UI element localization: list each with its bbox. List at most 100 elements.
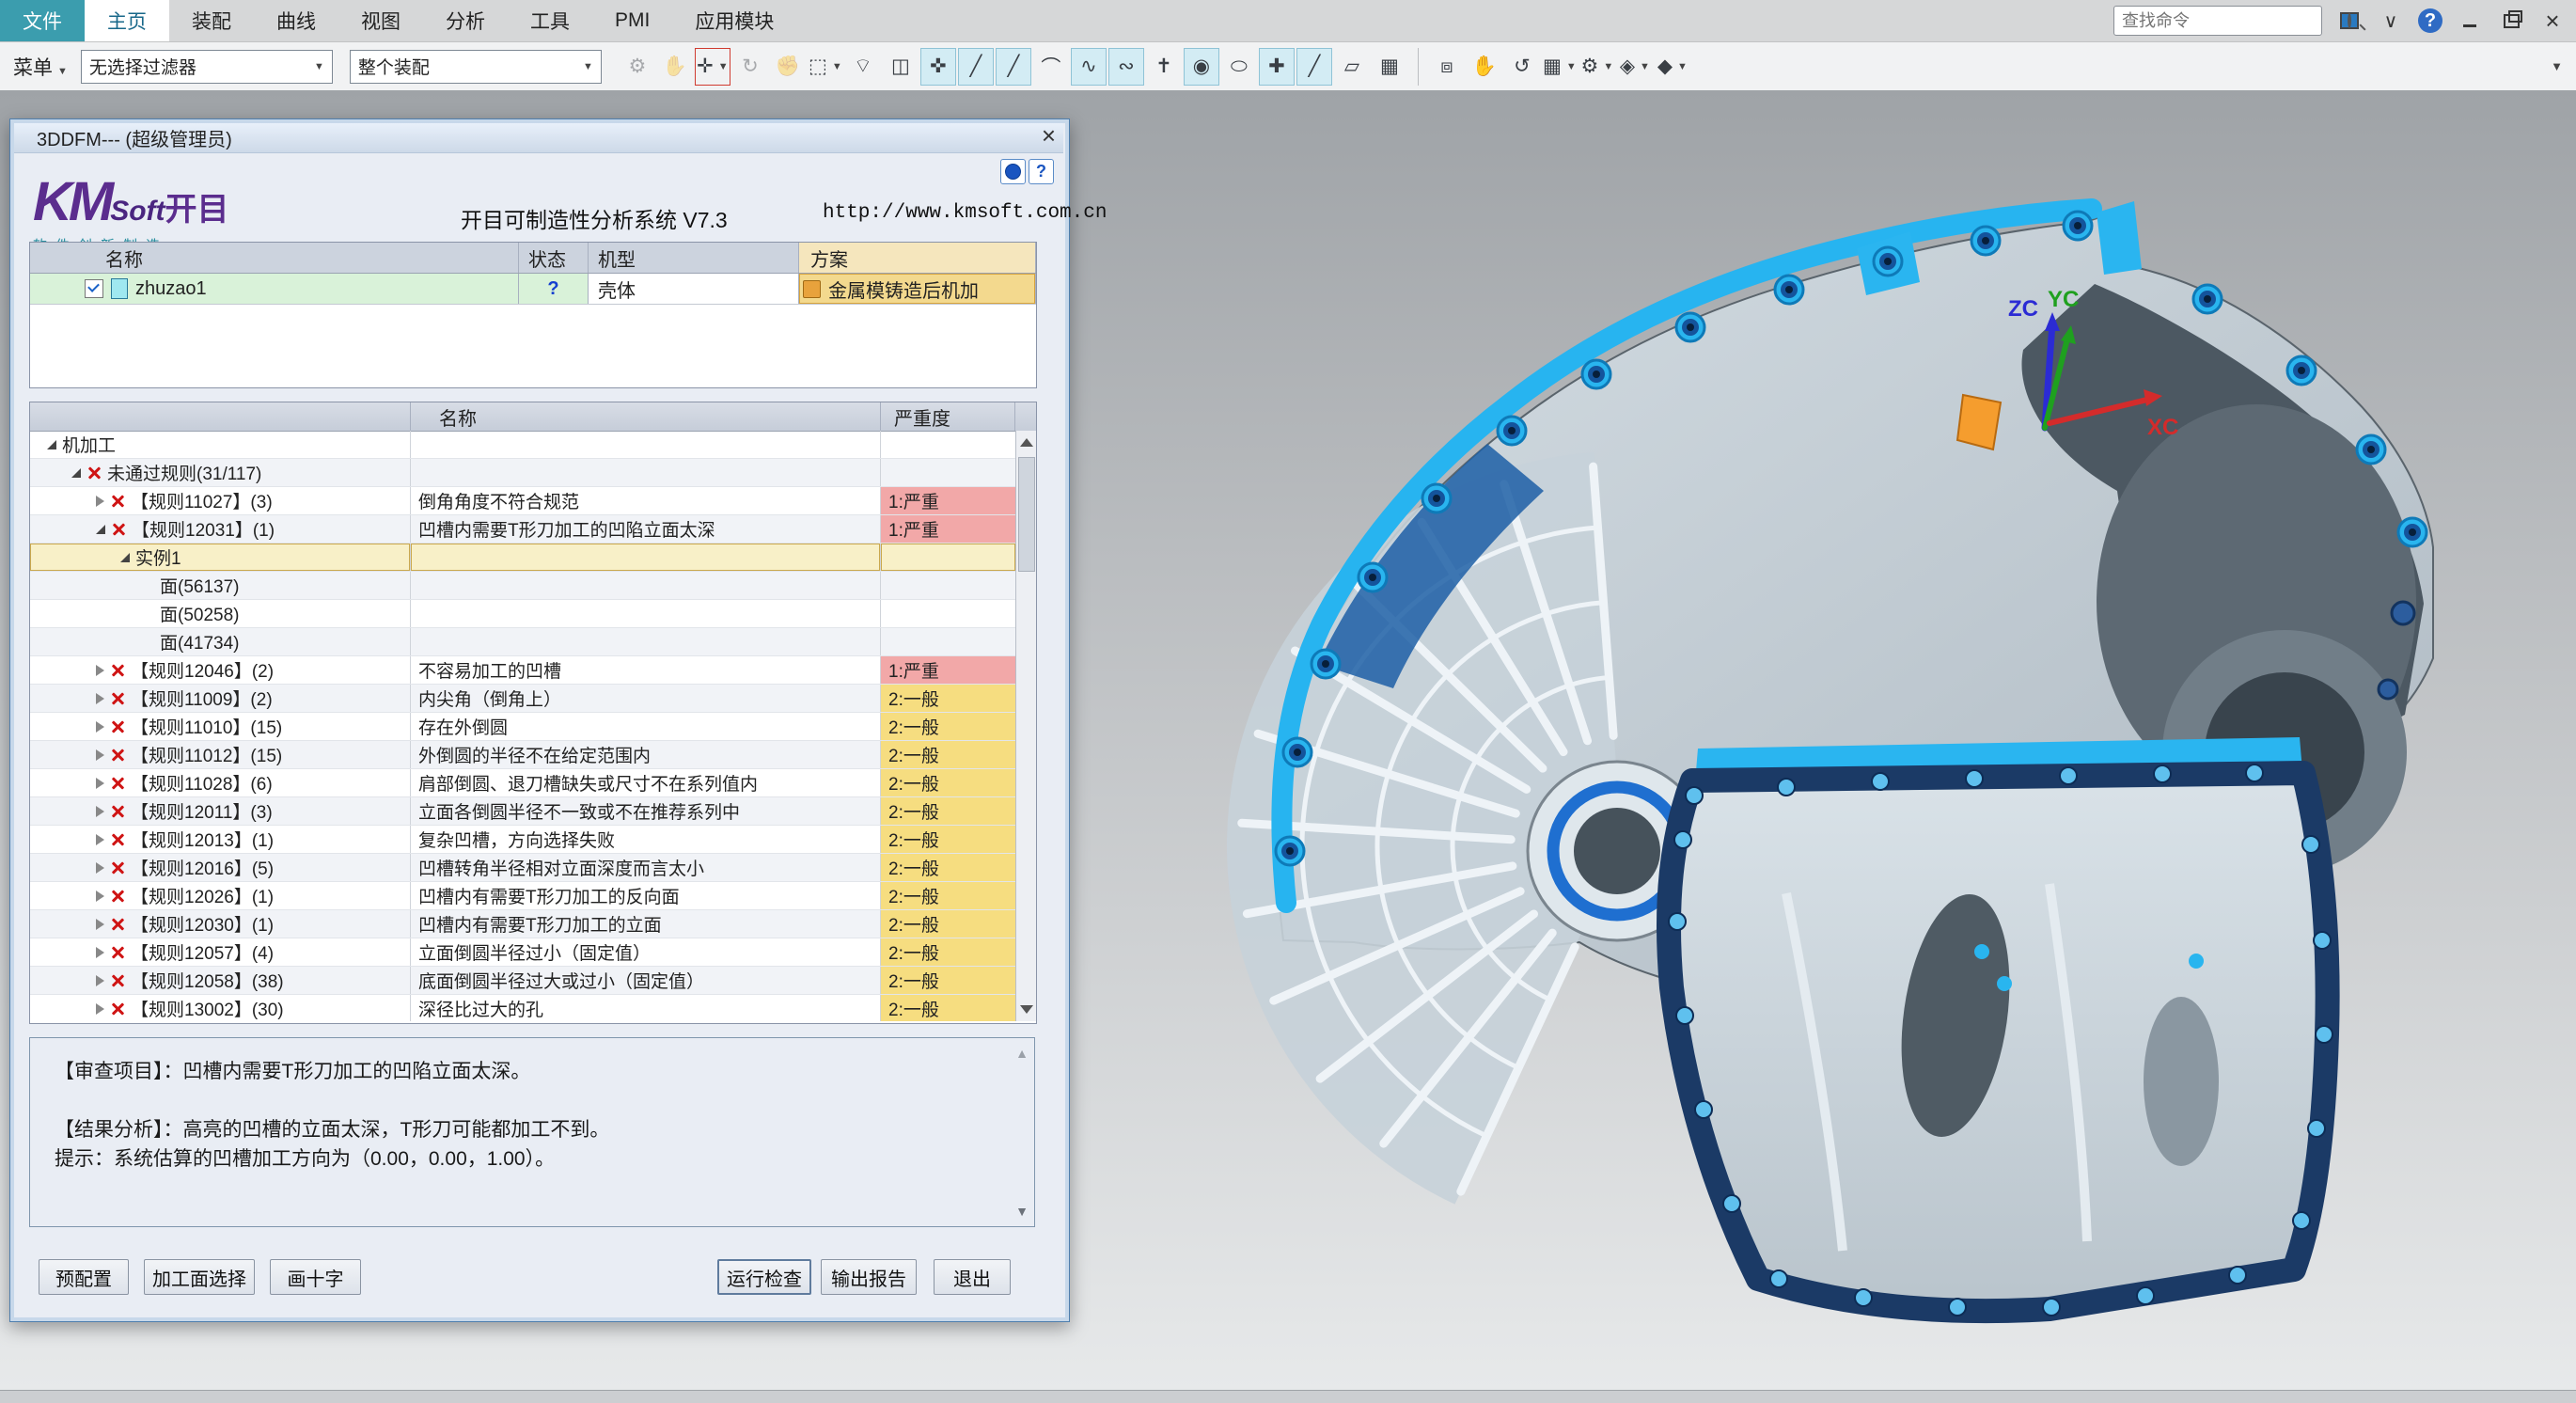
tree-row[interactable]: 【规则11027】(3)倒角角度不符合规范1:严重 — [30, 487, 1015, 515]
tree-row[interactable]: 【规则11010】(15)存在外倒圆2:一般 — [30, 713, 1015, 741]
window-capture-icon[interactable]: ⧈ — [1429, 48, 1465, 86]
selection-filter-combo[interactable]: 无选择过滤器▼ — [81, 50, 333, 84]
expand-icon[interactable] — [96, 862, 104, 874]
studio-spline-icon[interactable]: ∾ — [1108, 48, 1144, 86]
layout-grid-icon[interactable]: ▦▼ — [1542, 48, 1578, 86]
spline-icon[interactable]: ∿ — [1071, 48, 1107, 86]
search-input[interactable] — [2114, 11, 2348, 31]
help-icon[interactable]: ? — [2418, 8, 2442, 33]
tree-scrollbar[interactable] — [1015, 431, 1036, 1021]
hand-filter-icon[interactable]: ✋ — [657, 48, 693, 86]
slash-line-icon[interactable]: ╱ — [1296, 48, 1332, 86]
minimize-ribbon-icon[interactable]: ∨ — [2377, 8, 2405, 33]
tree-row[interactable]: 【规则12026】(1)凹槽内有需要T形刀加工的反向面2:一般 — [30, 882, 1015, 910]
scroll-down-icon[interactable] — [1020, 1005, 1033, 1014]
restore-icon[interactable] — [2497, 8, 2525, 33]
fillet-curve-icon[interactable]: ⌒ — [1033, 48, 1069, 86]
tree-row[interactable]: 机加工 — [30, 431, 1015, 459]
grid-table-icon[interactable]: ▦ — [1372, 48, 1407, 86]
collapse-icon[interactable] — [120, 553, 130, 562]
col-name[interactable]: 名称 — [30, 243, 519, 273]
scroll-thumb[interactable] — [1018, 457, 1035, 572]
diamond-icon[interactable]: ◆▼ — [1655, 48, 1690, 86]
expand-icon[interactable] — [96, 749, 104, 761]
collapse-icon[interactable] — [71, 468, 81, 478]
line-icon[interactable]: ╱ — [996, 48, 1031, 86]
model-3d[interactable]: ZC YC XC — [1072, 90, 2576, 1390]
part-plan[interactable]: 金属模铸造后机加 — [799, 274, 1036, 304]
preset-button[interactable]: 预配置 — [39, 1259, 129, 1295]
sheet-icon[interactable]: ▱ — [1334, 48, 1370, 86]
selection-scope-combo[interactable]: 整个装配▼ — [350, 50, 602, 84]
tree-row[interactable]: 【规则12013】(1)复杂凹槽，方向选择失败2:一般 — [30, 826, 1015, 854]
tab-3[interactable]: 视图 — [338, 0, 423, 41]
command-search[interactable] — [2113, 6, 2322, 36]
tree-row[interactable]: 实例1 — [30, 544, 1015, 572]
tab-5[interactable]: 工具 — [508, 0, 592, 41]
part-row[interactable]: zhuzao1 ? 壳体 金属模铸造后机加 — [30, 274, 1036, 305]
expand-icon[interactable] — [96, 806, 104, 817]
tree-row[interactable]: 【规则12030】(1)凹槽内有需要T形刀加工的立面2:一般 — [30, 910, 1015, 938]
tree-row[interactable]: 【规则11028】(6)肩部倒圆、退刀槽缺失或尺寸不在系列值内2:一般 — [30, 769, 1015, 797]
tree-row[interactable]: 【规则12057】(4)立面倒圆半径过小（固定值）2:一般 — [30, 938, 1015, 967]
tree-row[interactable]: 【规则12058】(38)底面倒圆半径过大或过小（固定值）2:一般 — [30, 967, 1015, 995]
tree-row[interactable]: 【规则11012】(15)外倒圆的半径不在给定范围内2:一般 — [30, 741, 1015, 769]
circle-icon[interactable]: ◉ — [1184, 48, 1219, 86]
tree-row[interactable]: 面(56137) — [30, 572, 1015, 600]
tree-row[interactable]: 面(41734) — [30, 628, 1015, 656]
col-machine-type[interactable]: 机型 — [589, 243, 799, 273]
drag-hand-icon[interactable]: ✊ — [770, 48, 806, 86]
exit-button[interactable]: 退出 — [934, 1259, 1011, 1295]
solid-box-icon[interactable]: ◈▼ — [1617, 48, 1653, 86]
minimize-icon[interactable] — [2456, 8, 2484, 33]
expand-icon[interactable] — [96, 919, 104, 930]
dialog-close-icon[interactable]: × — [1042, 121, 1056, 150]
face-select-button[interactable]: 加工面选择 — [144, 1259, 255, 1295]
expand-icon[interactable] — [96, 496, 104, 507]
expand-icon[interactable] — [96, 834, 104, 845]
scroll-up-icon[interactable] — [1020, 438, 1033, 447]
tree-row[interactable]: 【规则11009】(2)内尖角（倒角上）2:一般 — [30, 685, 1015, 713]
tree-row[interactable]: 面(50258) — [30, 600, 1015, 628]
expand-icon[interactable] — [96, 947, 104, 958]
tree-row[interactable]: 【规则12031】(1)凹槽内需要T形刀加工的凹陷立面太深1:严重 — [30, 515, 1015, 544]
expand-icon[interactable] — [96, 975, 104, 986]
collapse-icon[interactable] — [96, 525, 105, 534]
point-dialog-icon[interactable]: ✜ — [920, 48, 956, 86]
close-icon[interactable]: × — [2538, 8, 2567, 33]
tree-row[interactable]: 【规则12016】(5)凹槽转角半径相对立面深度而言太小2:一般 — [30, 854, 1015, 882]
tree-col-name[interactable]: 名称 — [411, 402, 881, 431]
snap-point-icon[interactable]: ✛▼ — [695, 48, 730, 86]
tree-row[interactable]: 【规则12011】(3)立面各倒圆半径不一致或不在推荐系列中2:一般 — [30, 797, 1015, 826]
expand-icon[interactable] — [96, 721, 104, 733]
draw-cross-button[interactable]: 画十字 — [270, 1259, 361, 1295]
collapse-icon[interactable] — [47, 440, 56, 449]
rotate-point-icon[interactable]: ↻ — [732, 48, 768, 86]
toolbar-overflow-icon[interactable]: ▼ — [2551, 59, 2563, 73]
export-report-button[interactable]: 输出报告 — [821, 1259, 917, 1295]
tab-4[interactable]: 分析 — [423, 0, 508, 41]
menu-button[interactable]: 菜单▼ — [0, 53, 81, 81]
tree-col-severity[interactable]: 严重度 — [881, 402, 1015, 431]
dialog-titlebar[interactable]: 3DDFM--- (超级管理员) — [14, 123, 1063, 153]
tree-row[interactable]: 【规则13002】(30)深径比过大的孔2:一般 — [30, 995, 1015, 1021]
expand-icon[interactable] — [96, 693, 104, 704]
pan-window-icon[interactable]: ✋ — [1467, 48, 1502, 86]
assembly-gear-icon[interactable]: ⚙▼ — [1579, 48, 1615, 86]
tree-row[interactable]: 【规则12046】(2)不容易加工的凹槽1:严重 — [30, 656, 1015, 685]
expand-icon[interactable] — [96, 665, 104, 676]
tab-2[interactable]: 曲线 — [254, 0, 338, 41]
tab-6[interactable]: PMI — [592, 0, 672, 41]
col-plan[interactable]: 方案 — [799, 243, 1036, 273]
box-3d-icon[interactable]: ◫ — [883, 48, 919, 86]
marquee-select-icon[interactable]: ⬚▼ — [808, 48, 843, 86]
cylinder-icon[interactable]: ⌔ — [845, 48, 881, 86]
tree-row[interactable]: 未通过规则(31/117) — [30, 459, 1015, 487]
tab-file[interactable]: 文件 — [0, 0, 85, 41]
detail-scroll-up-icon[interactable]: ▲ — [1015, 1046, 1029, 1061]
line-endpoint-icon[interactable]: ╱ — [958, 48, 994, 86]
search-icon[interactable] — [2348, 13, 2351, 28]
expand-icon[interactable] — [96, 1003, 104, 1015]
expand-icon[interactable] — [96, 891, 104, 902]
expand-icon[interactable] — [96, 778, 104, 789]
